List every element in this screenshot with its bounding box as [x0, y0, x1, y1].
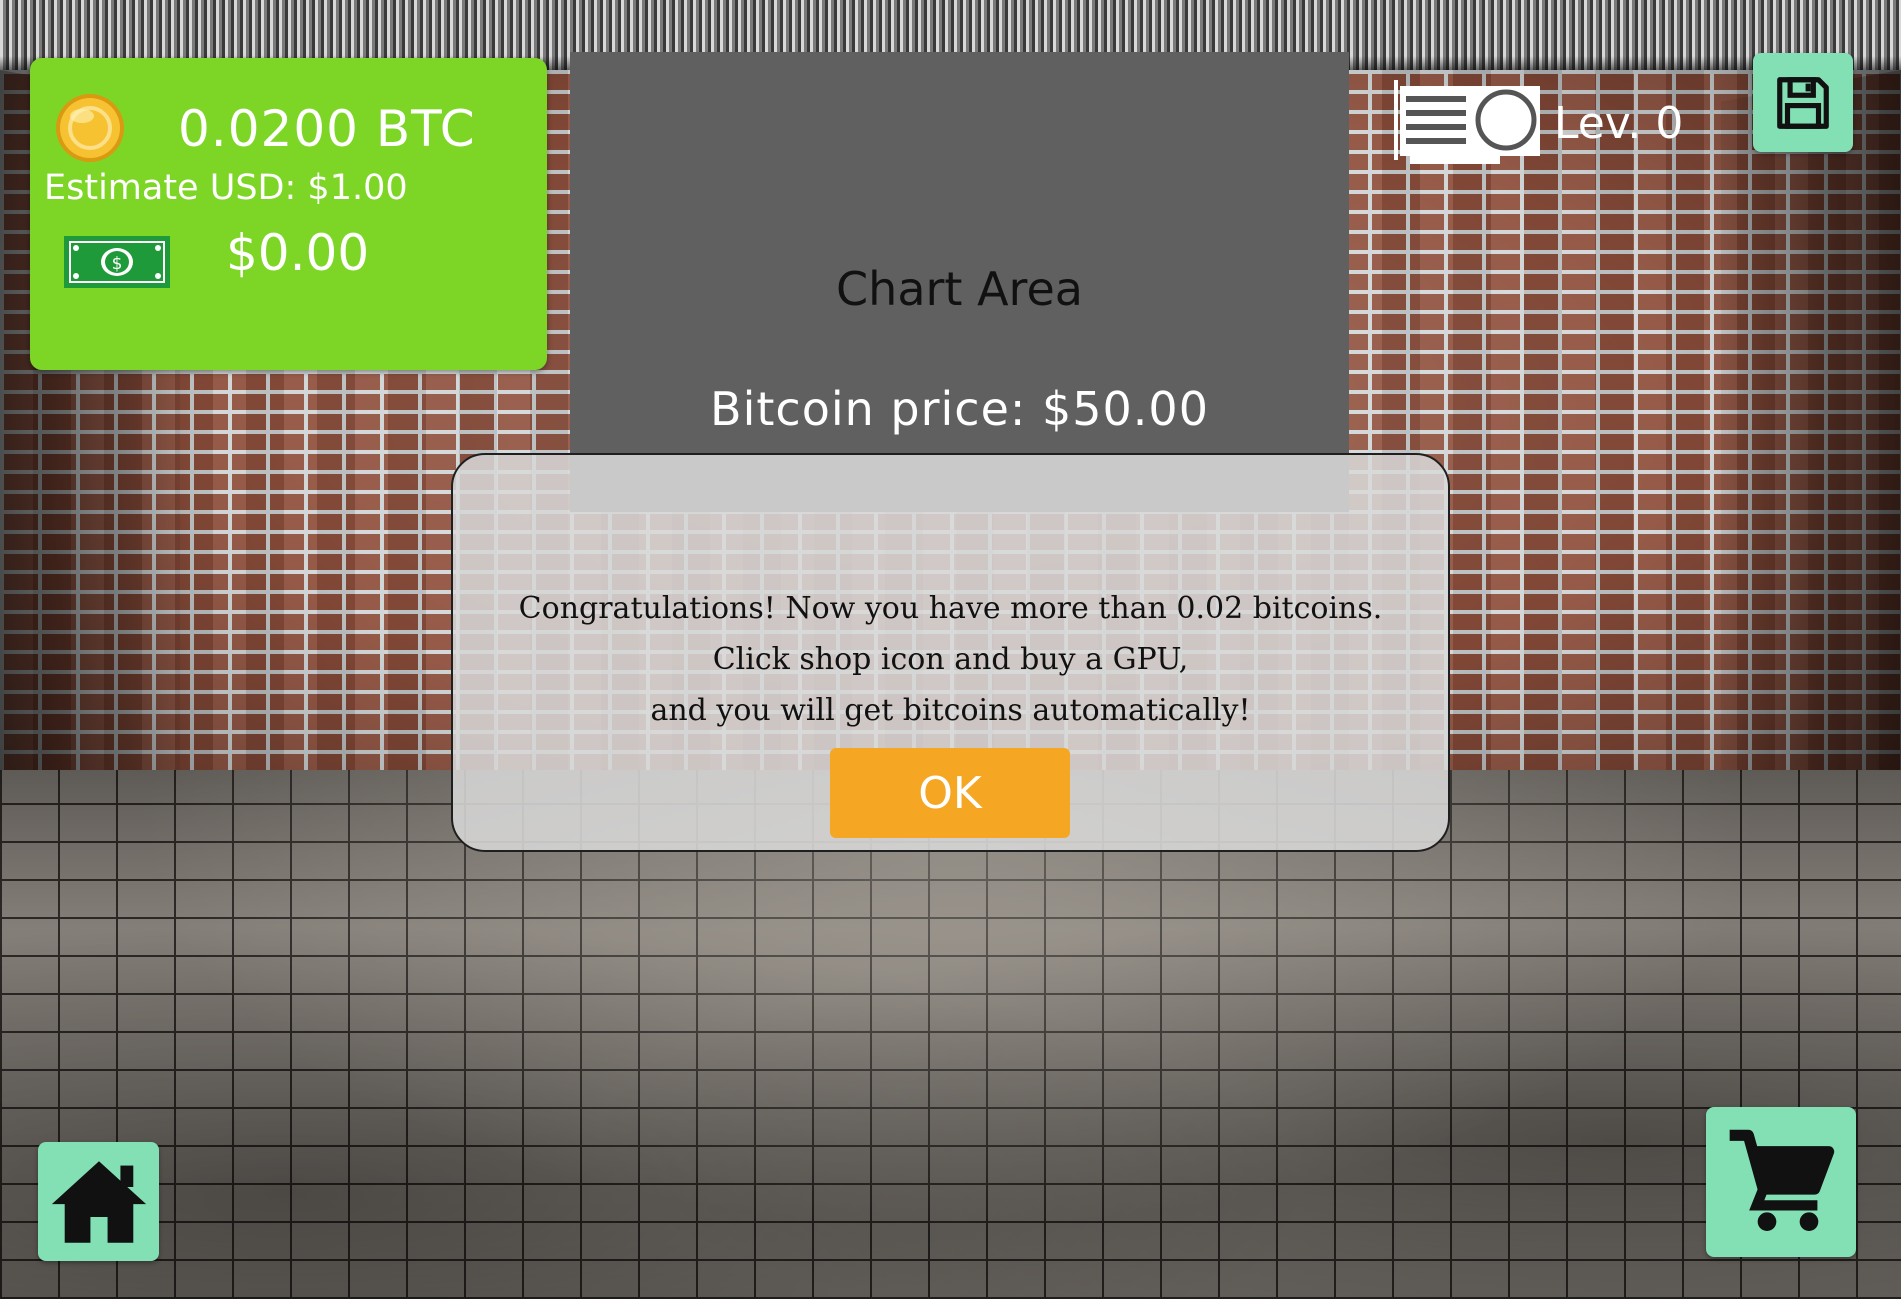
cart-button[interactable]: [1706, 1107, 1856, 1257]
bitcoin-price: Bitcoin price: $50.00: [710, 382, 1209, 436]
save-button[interactable]: [1753, 53, 1853, 152]
dialog-line: Congratulations! Now you have more than …: [518, 591, 1383, 626]
gpu-card-icon[interactable]: [1386, 74, 1546, 166]
dialog-message: Congratulations! Now you have more than …: [453, 583, 1448, 736]
btc-balance: 0.0200 BTC: [178, 100, 476, 158]
ok-button[interactable]: OK: [830, 748, 1070, 838]
svg-text:$: $: [112, 254, 123, 274]
dialog-line: Click shop icon and buy a GPU,: [712, 642, 1189, 677]
dialog-line: and you will get bitcoins automatically!: [650, 693, 1251, 728]
home-button[interactable]: [38, 1142, 159, 1261]
usd-balance: $0.00: [226, 224, 370, 282]
floppy-disk-icon: [1777, 76, 1829, 129]
congratulations-dialog: Congratulations! Now you have more than …: [451, 453, 1450, 852]
chart-area: Chart Area Bitcoin price: $50.00: [570, 52, 1349, 512]
chart-placeholder-label: Chart Area: [836, 262, 1083, 316]
dollar-bill-icon: $: [64, 236, 170, 288]
home-icon: [51, 1160, 146, 1243]
balance-panel: 0.0200 BTC Estimate USD: $1.00 $ $0.00: [30, 58, 547, 370]
estimate-usd: Estimate USD: $1.00: [44, 168, 408, 208]
gpu-level: Lev. 0: [1554, 98, 1684, 149]
shopping-cart-icon: [1729, 1129, 1835, 1231]
bitcoin-coin-icon: [56, 94, 124, 162]
right-wall: [1721, 70, 1901, 860]
